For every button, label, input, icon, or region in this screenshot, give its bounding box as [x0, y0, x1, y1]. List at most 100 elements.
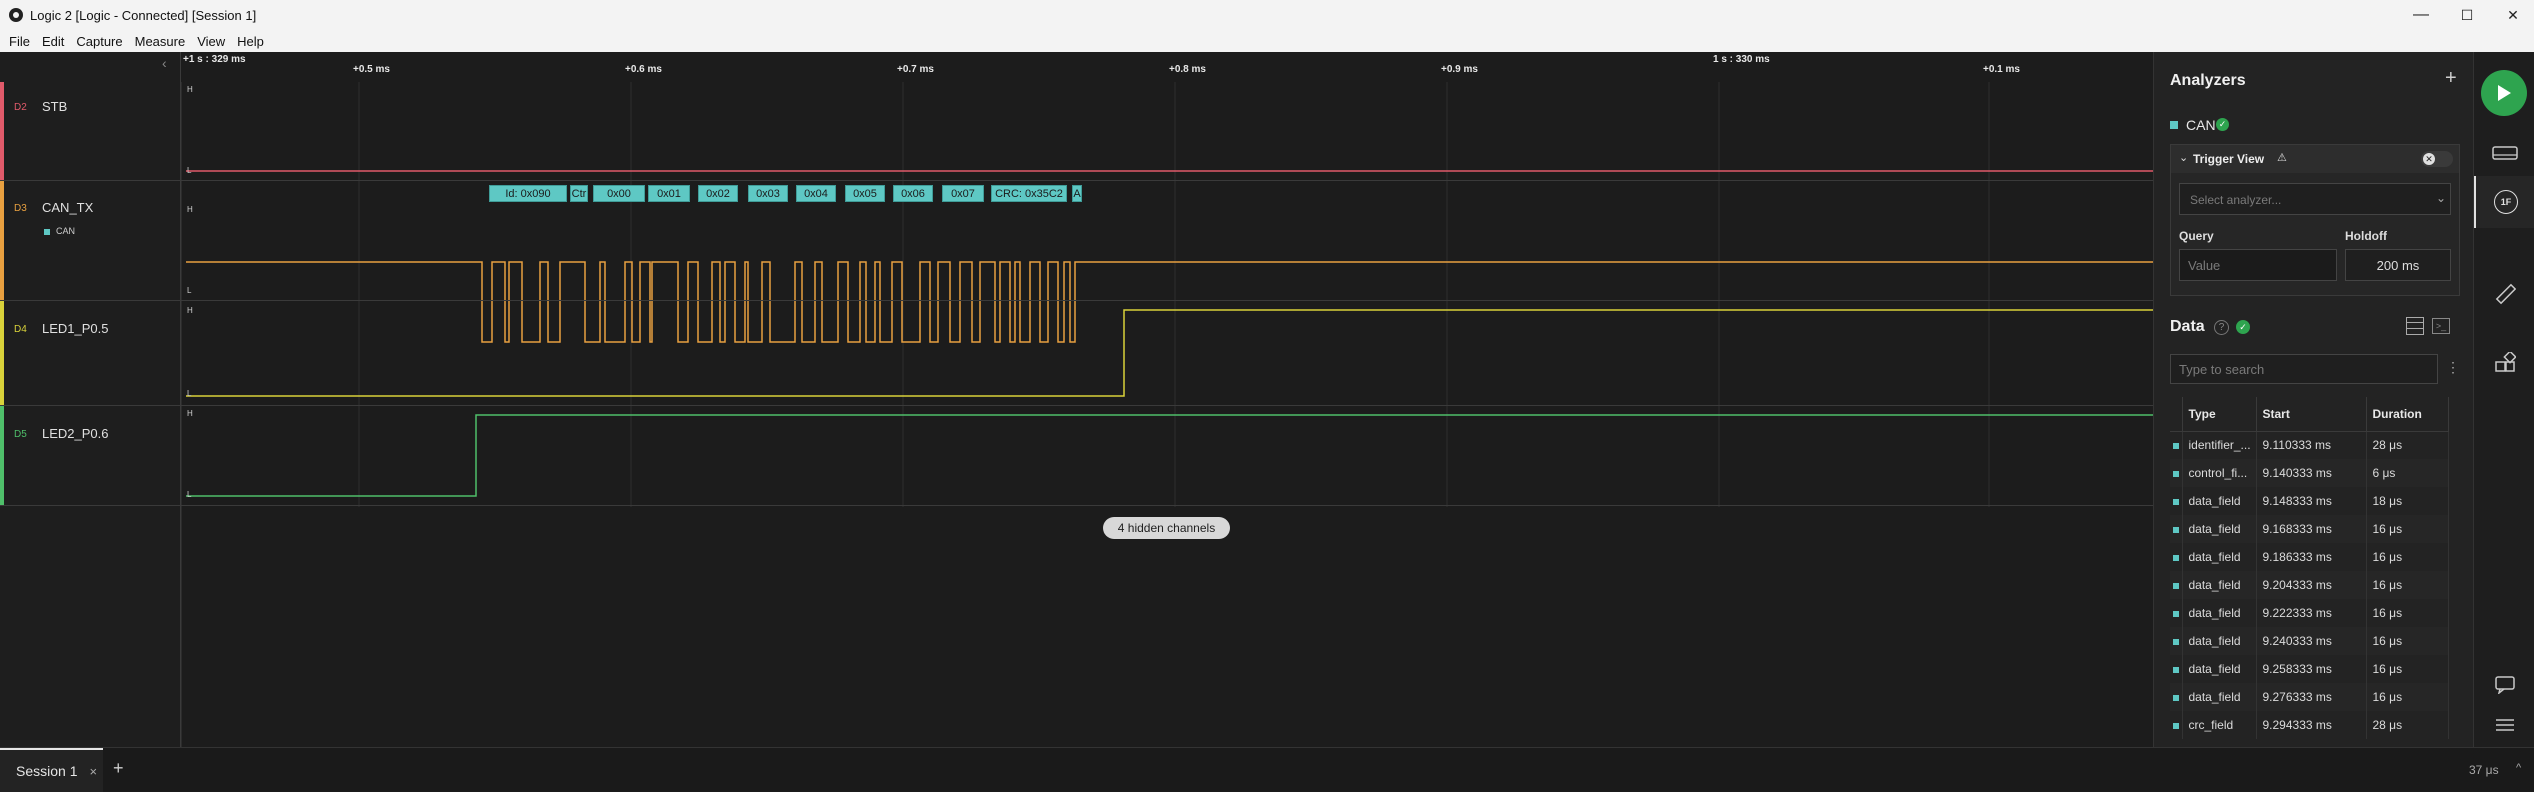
- chevron-up-icon[interactable]: ^: [2516, 762, 2521, 774]
- session-tab[interactable]: Session 1 ×: [0, 748, 103, 792]
- high-label: H: [187, 409, 193, 418]
- analyzer-select[interactable]: Select analyzer... ⌄: [2179, 183, 2451, 215]
- channel-id: D5: [14, 429, 27, 440]
- table-header-start[interactable]: Start: [2256, 397, 2367, 432]
- table-row[interactable]: data_field 9.276333 ms 16 μs: [2170, 683, 2449, 711]
- add-session-button[interactable]: +: [113, 758, 124, 779]
- warning-icon: ⚠: [2277, 152, 2287, 164]
- side-panel: Analyzers + CAN ✓ ⌄ Trigger View ⚠ ✕ Sel…: [2153, 52, 2473, 747]
- table-row[interactable]: identifier_... 9.110333 ms 28 μs: [2170, 431, 2449, 459]
- close-session-icon[interactable]: ×: [89, 764, 97, 779]
- table-header-row: Type Start Duration: [2170, 397, 2449, 432]
- duration-cell: 6 μs: [2366, 459, 2449, 487]
- channel-name[interactable]: LED2_P0.6: [42, 426, 109, 441]
- table-view-icon[interactable]: [2406, 317, 2424, 335]
- help-icon[interactable]: ?: [2214, 320, 2229, 335]
- chevron-down-icon: ⌄: [2436, 191, 2447, 205]
- high-label: H: [187, 85, 193, 94]
- table-row[interactable]: data_field 9.258333 ms 16 μs: [2170, 655, 2449, 683]
- trigger-view-header[interactable]: ⌄ Trigger View ⚠ ✕: [2171, 145, 2459, 173]
- data-table: Type Start Duration identifier_... 9.1103…: [2170, 397, 2449, 739]
- menu-measure[interactable]: Measure: [135, 34, 186, 49]
- trigger-toggle[interactable]: ✕: [2421, 151, 2453, 167]
- decode-frame[interactable]: 0x07: [942, 185, 984, 202]
- row-marker-icon: [2170, 655, 2183, 683]
- start-cell: 9.240333 ms: [2256, 627, 2367, 655]
- table-row[interactable]: crc_field 9.294333 ms 28 μs: [2170, 711, 2449, 739]
- duration-cell: 18 μs: [2366, 487, 2449, 515]
- table-row[interactable]: data_field 9.148333 ms 18 μs: [2170, 487, 2449, 515]
- row-marker-icon: [2170, 543, 2183, 571]
- channel-row-d5[interactable]: D5 LED2_P0.6 H L: [0, 406, 2153, 506]
- table-row[interactable]: data_field 9.222333 ms 16 μs: [2170, 599, 2449, 627]
- toggle-off-icon: ✕: [2423, 153, 2435, 165]
- data-table-container[interactable]: Type Start Duration identifier_... 9.1103…: [2170, 397, 2462, 747]
- duration-cell: 16 μs: [2366, 655, 2449, 683]
- table-header-type[interactable]: Type: [2182, 397, 2257, 432]
- menu-capture[interactable]: Capture: [76, 34, 122, 49]
- channel-row-d2[interactable]: D2 STB H L: [0, 82, 2153, 181]
- decode-frame[interactable]: 0x06: [893, 185, 933, 202]
- analyzer-item-can[interactable]: CAN ✓: [2170, 116, 2460, 134]
- decode-frame[interactable]: CRC: 0x35C2: [991, 185, 1067, 202]
- table-row[interactable]: control_fi... 9.140333 ms 6 μs: [2170, 459, 2449, 487]
- feedback-icon[interactable]: [2492, 672, 2518, 698]
- table-row[interactable]: data_field 9.240333 ms 16 μs: [2170, 627, 2449, 655]
- terminal-view-icon[interactable]: >_: [2432, 318, 2450, 334]
- status-check-icon: ✓: [2216, 118, 2229, 131]
- channel-id: D4: [14, 324, 27, 335]
- channel-color-bar: [0, 301, 4, 405]
- extensions-icon[interactable]: [2492, 350, 2518, 376]
- start-cell: 9.110333 ms: [2256, 431, 2367, 459]
- table-row[interactable]: data_field 9.204333 ms 16 μs: [2170, 571, 2449, 599]
- channel-row-d4[interactable]: D4 LED1_P0.5 H L: [0, 301, 2153, 406]
- chevron-down-icon[interactable]: ⌄: [2179, 151, 2188, 164]
- holdoff-input[interactable]: 200 ms: [2345, 249, 2451, 281]
- type-cell: crc_field: [2182, 711, 2257, 739]
- duration-cell: 16 μs: [2366, 627, 2449, 655]
- more-options-icon[interactable]: ⋮: [2446, 359, 2460, 376]
- menu-view[interactable]: View: [197, 34, 225, 49]
- channel-header[interactable]: D4 LED1_P0.5: [0, 301, 181, 405]
- channel-name[interactable]: CAN_TX: [42, 200, 93, 215]
- data-search-input[interactable]: [2170, 354, 2438, 384]
- menu-bar: File Edit Capture Measure View Help: [0, 30, 2534, 52]
- decode-frame[interactable]: A: [1072, 185, 1082, 202]
- channel-header[interactable]: D2 STB: [0, 82, 181, 180]
- analyzers-rail-tab[interactable]: 1F: [2474, 176, 2534, 228]
- high-label: H: [187, 306, 193, 315]
- decode-frame[interactable]: 0x05: [845, 185, 885, 202]
- table-header-duration[interactable]: Duration: [2366, 397, 2449, 432]
- measure-ruler-icon[interactable]: [2492, 281, 2518, 307]
- channel-name[interactable]: STB: [42, 99, 67, 114]
- query-input[interactable]: [2179, 249, 2337, 281]
- start-capture-button[interactable]: [2481, 70, 2527, 116]
- decode-frame[interactable]: 0x02: [698, 185, 738, 202]
- duration-cell: 16 μs: [2366, 543, 2449, 571]
- decode-frame[interactable]: 0x03: [748, 185, 788, 202]
- table-row[interactable]: data_field 9.186333 ms 16 μs: [2170, 543, 2449, 571]
- analyzer-name: CAN: [2186, 117, 2216, 133]
- decode-frame[interactable]: 0x01: [648, 185, 690, 202]
- hidden-channels-button[interactable]: 4 hidden channels: [1103, 517, 1230, 539]
- decode-frame[interactable]: Id: 0x090: [489, 185, 567, 202]
- start-cell: 9.276333 ms: [2256, 683, 2367, 711]
- menu-edit[interactable]: Edit: [42, 34, 64, 49]
- maximize-button[interactable]: ☐: [2444, 0, 2490, 30]
- minimize-button[interactable]: —: [2398, 0, 2444, 30]
- channel-row-d3[interactable]: D3 CAN_TX CAN H L Id: 0x090 Ctr 0x00 0x01 0x…: [0, 181, 2153, 301]
- duration-cell: 16 μs: [2366, 571, 2449, 599]
- device-icon[interactable]: [2492, 140, 2518, 166]
- add-analyzer-button[interactable]: +: [2445, 67, 2457, 90]
- decode-frame[interactable]: 0x00: [593, 185, 645, 202]
- channel-header[interactable]: D5 LED2_P0.6: [0, 406, 181, 505]
- type-cell: data_field: [2182, 515, 2257, 543]
- menu-icon[interactable]: [2492, 712, 2518, 738]
- decode-frame[interactable]: Ctr: [570, 185, 588, 202]
- table-row[interactable]: data_field 9.168333 ms 16 μs: [2170, 515, 2449, 543]
- decode-frame[interactable]: 0x04: [796, 185, 836, 202]
- menu-help[interactable]: Help: [237, 34, 264, 49]
- close-button[interactable]: ✕: [2490, 0, 2534, 30]
- menu-file[interactable]: File: [9, 34, 30, 49]
- channel-name[interactable]: LED1_P0.5: [42, 321, 109, 336]
